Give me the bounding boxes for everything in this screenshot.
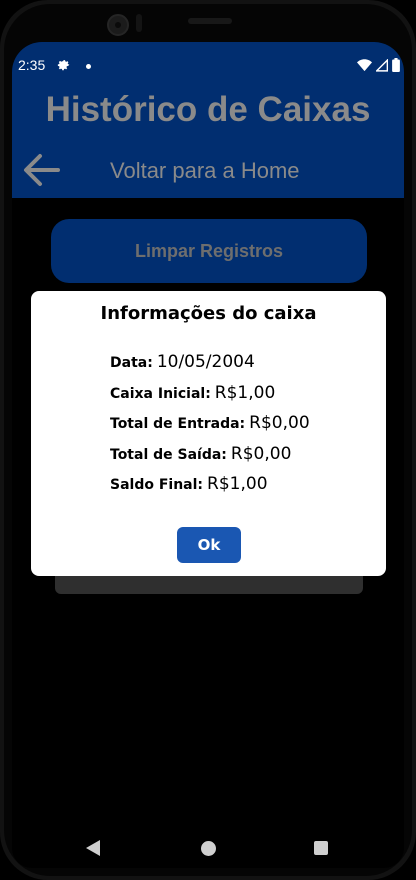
sensor [136, 14, 142, 32]
field-value: 10/05/2004 [156, 352, 255, 372]
field-label: Saldo Final: [110, 477, 204, 493]
back-to-home[interactable]: Voltar para a Home [12, 152, 404, 192]
field-label: Caixa Inicial: [110, 386, 211, 402]
front-camera [107, 14, 129, 36]
field-label: Total de Entrada: [110, 416, 246, 432]
status-bar: 2:35 [12, 42, 404, 90]
notification-dot-icon [86, 64, 91, 69]
battery-icon [392, 58, 400, 72]
dialog-title: Informações do caixa [100, 303, 317, 324]
arrow-left-icon[interactable] [22, 152, 62, 188]
field-value: R$1,00 [207, 474, 268, 494]
field-label: Total de Saída: [110, 447, 227, 463]
earpiece-speaker [188, 18, 232, 24]
phone-frame: 2:35 Histórico de Caixas Voltar para a H… [0, 0, 416, 880]
system-nav-bar [12, 830, 404, 868]
cash-info-dialog: Informações do caixa Data: 10/05/2004 Cai… [31, 291, 386, 576]
nav-home-icon[interactable] [201, 841, 216, 856]
total-outgoing-field: Total de Saída: R$0,00 [110, 444, 291, 464]
app-header: Histórico de Caixas Voltar para a Home [12, 90, 404, 198]
final-balance-field: Saldo Final: R$1,00 [110, 474, 268, 494]
nav-back-icon[interactable] [86, 840, 100, 856]
field-value: R$1,00 [214, 383, 276, 403]
total-income-field: Total de Entrada: R$0,00 [110, 413, 310, 433]
opening-balance-field: Caixa Inicial: R$1,00 [110, 383, 275, 403]
clear-records-button[interactable]: Limpar Registros [51, 219, 367, 283]
date-field: Data: 10/05/2004 [110, 352, 255, 372]
status-icons [357, 58, 400, 72]
gear-icon [56, 56, 71, 75]
nav-recents-icon[interactable] [314, 841, 328, 855]
wifi-icon [357, 58, 372, 71]
field-value: R$0,00 [230, 444, 292, 464]
ok-button[interactable]: Ok [177, 527, 241, 563]
status-time: 2:35 [18, 57, 46, 73]
page-title: Histórico de Caixas [45, 90, 371, 129]
field-label: Data: [110, 355, 153, 371]
screen: 2:35 Histórico de Caixas Voltar para a H… [12, 42, 404, 868]
back-link-label[interactable]: Voltar para a Home [110, 158, 300, 184]
field-value: R$0,00 [249, 413, 310, 433]
signal-icon [376, 58, 388, 72]
